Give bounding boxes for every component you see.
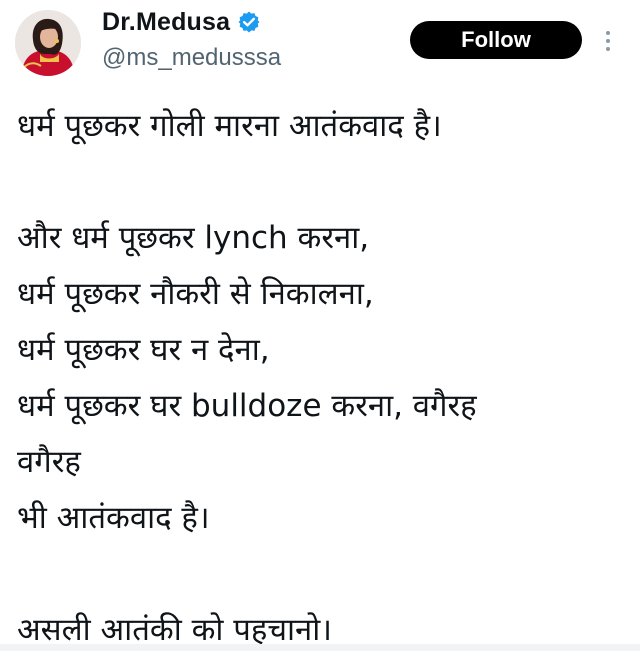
tweet-text: धर्म पूछकर गोली मारना आतंकवाद है। और धर्… — [17, 98, 627, 658]
tweet-line: धर्म पूछकर गोली मारना आतंकवाद है। — [17, 108, 442, 144]
tweet-line: वगैरह — [17, 444, 81, 480]
vertical-ellipsis-icon — [606, 47, 610, 51]
tweet-line: धर्म पूछकर घर न देना, — [17, 332, 270, 368]
display-name[interactable]: Dr.Medusa — [102, 8, 230, 37]
vertical-ellipsis-icon — [606, 39, 610, 43]
bottom-divider — [0, 644, 640, 651]
vertical-ellipsis-icon — [606, 31, 610, 35]
tweet-line: और धर्म पूछकर lynch करना, — [17, 220, 370, 256]
avatar[interactable] — [15, 10, 81, 76]
follow-button[interactable]: Follow — [410, 21, 582, 59]
avatar-photo-icon — [15, 10, 81, 76]
name-row: Dr.Medusa — [102, 6, 261, 38]
user-handle[interactable]: @ms_medusssa — [102, 44, 281, 72]
tweet-line: धर्म पूछकर नौकरी से निकालना, — [17, 276, 374, 312]
tweet-line: धर्म पूछकर घर bulldoze करना, वगैरह — [17, 388, 477, 424]
tweet-line: भी आतंकवाद है। — [17, 500, 210, 536]
verified-badge-icon — [237, 10, 261, 34]
more-options-button[interactable] — [596, 24, 620, 58]
tweet-header: Dr.Medusa @ms_medusssa Follow — [0, 0, 640, 90]
